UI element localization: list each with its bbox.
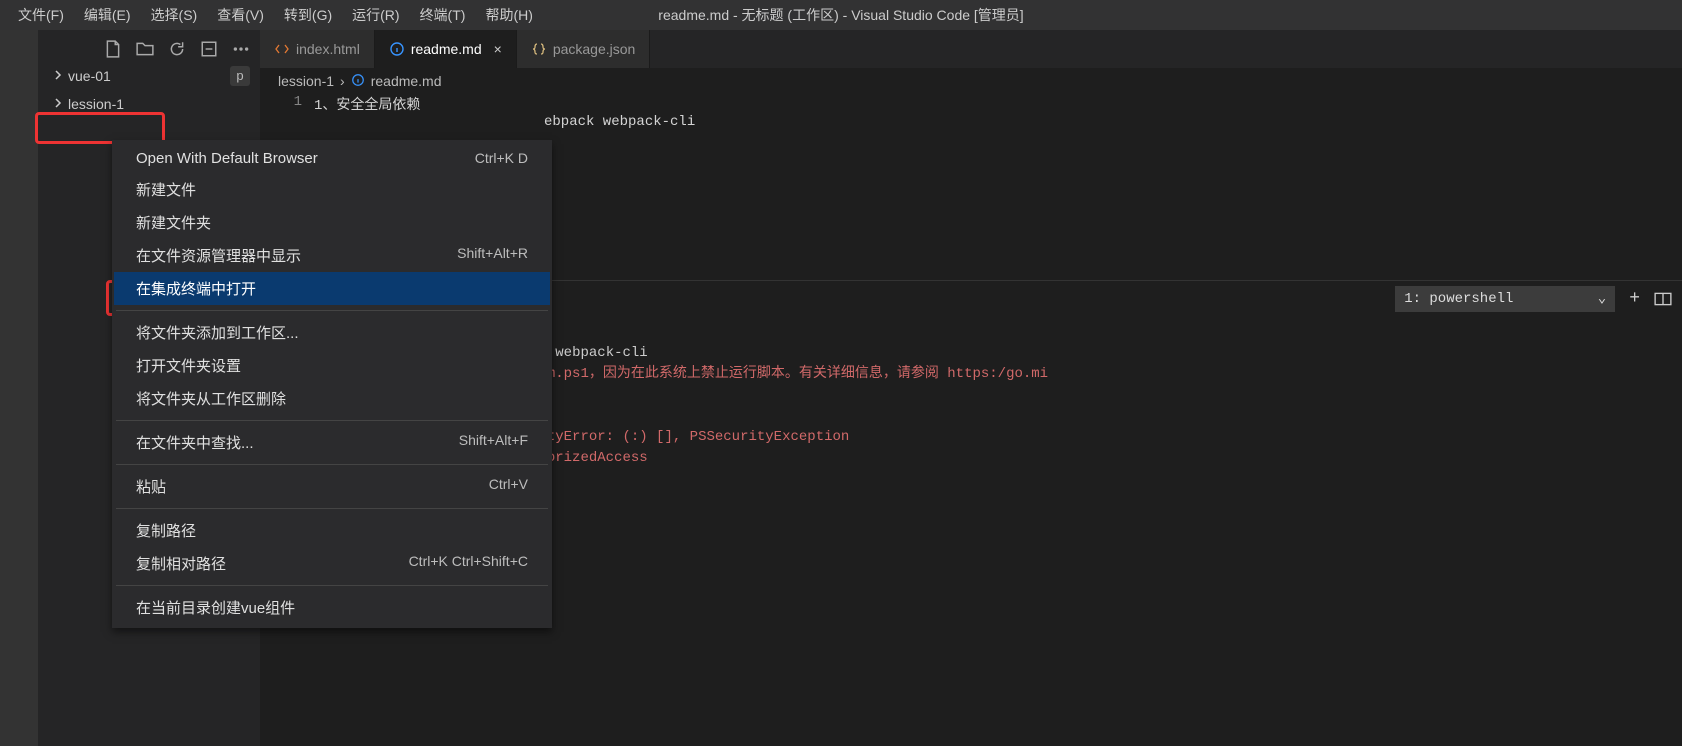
menu-edit[interactable]: 编辑(E)	[74, 1, 141, 29]
menu-run[interactable]: 运行(R)	[342, 1, 409, 29]
context-menu-item[interactable]: 复制路径	[114, 514, 550, 547]
context-menu-item[interactable]: 在文件资源管理器中显示Shift+Alt+R	[114, 239, 550, 272]
menu-terminal[interactable]: 终端(T)	[410, 1, 476, 29]
terminal-selector[interactable]: 1: powershell ⌄	[1395, 286, 1615, 312]
menu-separator	[116, 585, 548, 586]
refresh-icon[interactable]	[168, 40, 186, 58]
context-menu-item[interactable]: 复制相对路径Ctrl+K Ctrl+Shift+C	[114, 547, 550, 580]
context-menu-item[interactable]: 将文件夹添加到工作区...	[114, 316, 550, 349]
menu-separator	[116, 508, 548, 509]
context-menu-item[interactable]: 在文件夹中查找...Shift+Alt+F	[114, 426, 550, 459]
menu-separator	[116, 420, 548, 421]
folder-lession1[interactable]: lession-1	[38, 90, 260, 118]
new-terminal-icon[interactable]: +	[1625, 289, 1644, 309]
context-menu-item[interactable]: Open With Default BrowserCtrl+K D	[114, 144, 550, 173]
context-menu-item[interactable]: 将文件夹从工作区删除	[114, 382, 550, 415]
info-icon	[351, 73, 365, 90]
menu-help[interactable]: 帮助(H)	[475, 1, 542, 29]
chevron-down-icon: ⌄	[1598, 290, 1606, 307]
breadcrumb[interactable]: lession-1 › readme.md	[260, 68, 1682, 94]
folder-badge: p	[230, 66, 250, 86]
activity-bar	[0, 30, 38, 746]
window-title: readme.md - 无标题 (工作区) - Visual Studio Co…	[658, 5, 1023, 25]
json-icon	[531, 41, 547, 57]
folder-vue01[interactable]: vue-01 p	[38, 62, 260, 90]
new-folder-icon[interactable]	[136, 40, 154, 58]
info-icon	[389, 41, 405, 57]
line-number: 1	[278, 94, 314, 114]
menu-goto[interactable]: 转到(G)	[274, 1, 342, 29]
context-menu-item[interactable]: 粘贴Ctrl+V	[114, 470, 550, 503]
tab-index-html[interactable]: index.html	[260, 30, 375, 68]
collapse-icon[interactable]	[200, 40, 218, 58]
folder-label: lession-1	[68, 96, 124, 112]
code-text: 1、安全全局依赖	[314, 94, 420, 114]
tab-readme-md[interactable]: readme.md ×	[375, 30, 517, 68]
menu-separator	[116, 464, 548, 465]
context-menu: Open With Default BrowserCtrl+K D新建文件新建文…	[112, 140, 552, 628]
context-menu-item[interactable]: 新建文件夹	[114, 206, 550, 239]
html-icon	[274, 41, 290, 57]
menu-select[interactable]: 选择(S)	[141, 1, 208, 29]
code-text: ebpack webpack-cli	[544, 114, 695, 130]
context-menu-item[interactable]: 新建文件	[114, 173, 550, 206]
context-menu-item[interactable]: 在当前目录创建vue组件	[114, 591, 550, 624]
menu-file[interactable]: 文件(F)	[8, 1, 74, 29]
close-icon[interactable]: ×	[494, 41, 502, 57]
new-file-icon[interactable]	[104, 40, 122, 58]
tab-package-json[interactable]: package.json	[517, 30, 651, 68]
split-terminal-icon[interactable]	[1654, 290, 1672, 308]
context-menu-item[interactable]: 打开文件夹设置	[114, 349, 550, 382]
editor-tabs: index.html readme.md × package.json	[260, 30, 1682, 68]
menu-view[interactable]: 查看(V)	[207, 1, 274, 29]
context-menu-item[interactable]: 在集成终端中打开	[114, 272, 550, 305]
more-icon[interactable]	[232, 40, 250, 58]
menu-separator	[116, 310, 548, 311]
folder-label: vue-01	[68, 68, 111, 84]
